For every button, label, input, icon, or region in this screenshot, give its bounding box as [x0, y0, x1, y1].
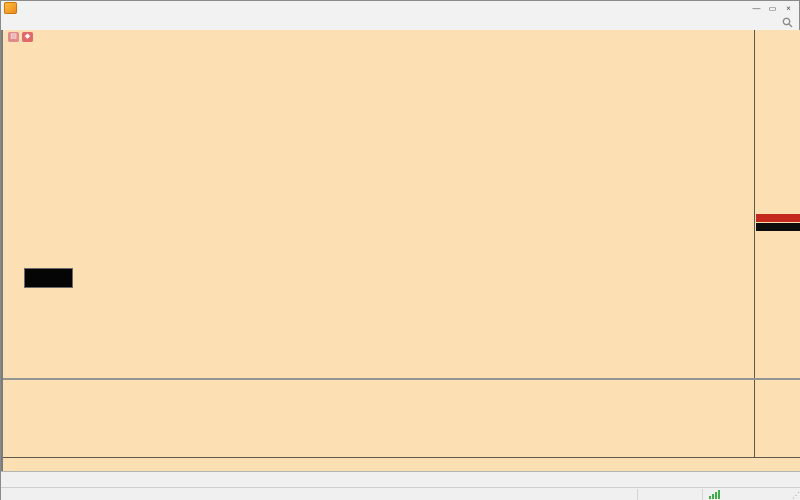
- price-chart[interactable]: [3, 30, 754, 378]
- restore-button[interactable]: ▭: [766, 3, 779, 14]
- resize-grip[interactable]: ⋰: [792, 491, 800, 500]
- window-controls: — ▭ ×: [750, 3, 799, 14]
- app-icon: [4, 2, 17, 14]
- chart-tabs-bar: [1, 471, 800, 487]
- status-connection: [702, 488, 800, 500]
- close-button[interactable]: ×: [782, 3, 795, 14]
- mt5-window: { "menu": { "items": ["File", "View", "I…: [0, 0, 800, 500]
- chart-window: ▤ ◆: [1, 30, 800, 471]
- time-axis[interactable]: [3, 457, 800, 471]
- status-bar: ⋰: [1, 487, 800, 500]
- price-axis[interactable]: [754, 30, 800, 457]
- redacted-position-info: [24, 268, 73, 288]
- chart-window-icon: ▤: [8, 32, 19, 42]
- minimize-button[interactable]: —: [750, 3, 763, 14]
- status-help-text: [1, 489, 637, 500]
- chart-symbol-icon: ◆: [22, 32, 33, 42]
- indicator-subwindow[interactable]: [3, 380, 800, 457]
- chart-title-row: ▤ ◆: [8, 32, 36, 42]
- menu-bar: — ▭ ×: [1, 1, 799, 15]
- pane-splitter[interactable]: [3, 378, 800, 380]
- status-profile[interactable]: [637, 488, 702, 500]
- search-icon[interactable]: [782, 17, 799, 28]
- ask-price-badge: [756, 214, 800, 222]
- toolbar: [1, 15, 799, 31]
- bid-price-badge: [756, 222, 800, 231]
- connection-bars-icon: [709, 489, 720, 499]
